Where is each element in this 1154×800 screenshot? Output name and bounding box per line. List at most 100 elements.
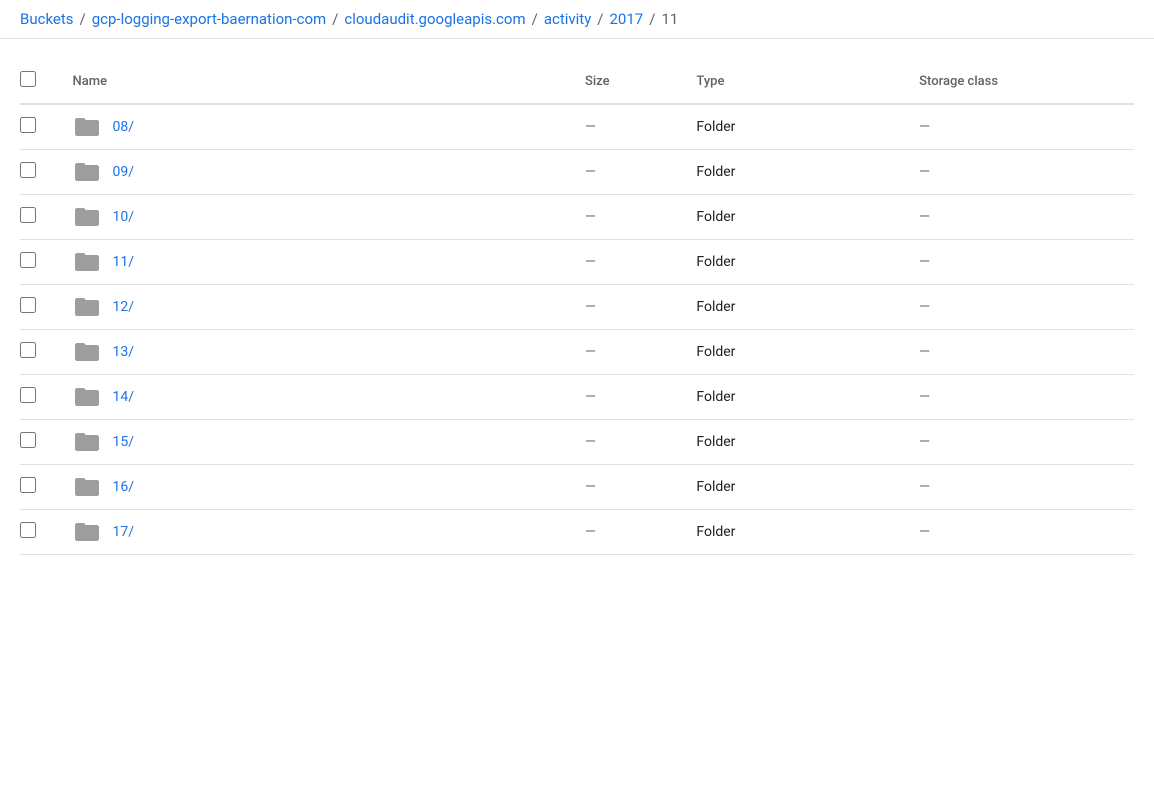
- breadcrumb-activity[interactable]: activity: [544, 10, 591, 28]
- folder-icon: [73, 115, 101, 139]
- row-storage-class: —: [911, 150, 1134, 195]
- table-row: 15/—Folder—: [20, 420, 1134, 465]
- row-checkbox-cell: [20, 195, 65, 240]
- row-checkbox[interactable]: [20, 477, 36, 493]
- folder-icon: [73, 340, 101, 364]
- row-storage-class: —: [911, 375, 1134, 420]
- row-checkbox-cell: [20, 510, 65, 555]
- table-row: 16/ —Folder—: [20, 465, 1134, 510]
- row-checkbox[interactable]: [20, 522, 36, 538]
- row-storage-class: —: [911, 420, 1134, 465]
- row-checkbox[interactable]: [20, 387, 36, 403]
- row-checkbox-cell: [20, 150, 65, 195]
- row-type: Folder: [688, 195, 911, 240]
- row-name-cell: 14/: [65, 375, 577, 420]
- folder-link[interactable]: 10/: [113, 209, 135, 225]
- row-checkbox-cell: [20, 104, 65, 150]
- breadcrumb-current: 11: [661, 10, 678, 28]
- row-size: —: [577, 195, 688, 240]
- folder-link[interactable]: 11/: [113, 254, 135, 270]
- row-type: Folder: [688, 285, 911, 330]
- header-checkbox-cell: [20, 59, 65, 104]
- row-name-cell: 11/: [65, 240, 577, 285]
- breadcrumb-cloudaudit[interactable]: cloudaudit.googleapis.com: [344, 10, 525, 28]
- row-folder-name: 10/: [113, 209, 135, 225]
- file-browser: Name Size Type Storage class 08/—Folder—…: [0, 39, 1154, 555]
- row-folder-name: 15/: [113, 434, 135, 450]
- breadcrumb-separator-4: /: [597, 10, 603, 28]
- row-type: Folder: [688, 420, 911, 465]
- folder-link[interactable]: 14/: [113, 389, 135, 405]
- row-checkbox-cell: [20, 330, 65, 375]
- row-name-cell: 16/: [65, 465, 577, 510]
- header-size: Size: [577, 59, 688, 104]
- table-row: 17/—Folder—: [20, 510, 1134, 555]
- breadcrumb-separator-2: /: [332, 10, 338, 28]
- folder-link[interactable]: 08/: [113, 119, 135, 135]
- row-storage-class: —: [911, 285, 1134, 330]
- table-row: 13/ —Folder—: [20, 330, 1134, 375]
- folder-link[interactable]: 17/: [113, 524, 135, 540]
- row-storage-class: —: [911, 104, 1134, 150]
- row-checkbox[interactable]: [20, 207, 36, 223]
- row-checkbox[interactable]: [20, 432, 36, 448]
- row-checkbox[interactable]: [20, 252, 36, 268]
- folder-link[interactable]: 12/: [113, 299, 135, 315]
- row-folder-name: 17/: [113, 524, 135, 540]
- folder-link[interactable]: 16/: [113, 479, 135, 495]
- row-size: —: [577, 330, 688, 375]
- breadcrumb-bucket-name[interactable]: gcp-logging-export-baernation-com: [92, 10, 326, 28]
- row-checkbox-cell: [20, 375, 65, 420]
- table-row: 11/—Folder—: [20, 240, 1134, 285]
- table-row: 12/ —Folder—: [20, 285, 1134, 330]
- row-checkbox-cell: [20, 465, 65, 510]
- row-storage-class: —: [911, 195, 1134, 240]
- header-type: Type: [688, 59, 911, 104]
- row-checkbox-cell: [20, 420, 65, 465]
- table-row: 09/—Folder—: [20, 150, 1134, 195]
- row-name-cell: 10/: [65, 195, 577, 240]
- table-row: 10/ —Folder—: [20, 195, 1134, 240]
- folder-icon: [73, 475, 101, 499]
- folder-link[interactable]: 15/: [113, 434, 135, 450]
- folder-icon: [73, 295, 101, 319]
- folder-link[interactable]: 09/: [113, 164, 135, 180]
- breadcrumb-separator-1: /: [80, 10, 86, 28]
- row-size: —: [577, 285, 688, 330]
- row-type: Folder: [688, 465, 911, 510]
- folder-icon: [73, 430, 101, 454]
- row-size: —: [577, 150, 688, 195]
- breadcrumb: Buckets / gcp-logging-export-baernation-…: [0, 0, 1154, 39]
- breadcrumb-separator-3: /: [532, 10, 538, 28]
- row-name-cell: 17/: [65, 510, 577, 555]
- row-storage-class: —: [911, 465, 1134, 510]
- row-checkbox[interactable]: [20, 297, 36, 313]
- row-size: —: [577, 104, 688, 150]
- row-name-cell: 15/: [65, 420, 577, 465]
- row-checkbox-cell: [20, 285, 65, 330]
- folder-icon: [73, 160, 101, 184]
- row-checkbox[interactable]: [20, 162, 36, 178]
- row-type: Folder: [688, 375, 911, 420]
- select-all-checkbox[interactable]: [20, 71, 36, 87]
- row-checkbox[interactable]: [20, 342, 36, 358]
- folder-icon: [73, 520, 101, 544]
- row-type: Folder: [688, 330, 911, 375]
- row-storage-class: —: [911, 510, 1134, 555]
- row-folder-name: 08/: [113, 119, 135, 135]
- row-folder-name: 12/: [113, 299, 135, 315]
- row-checkbox[interactable]: [20, 117, 36, 133]
- breadcrumb-2017[interactable]: 2017: [610, 10, 644, 28]
- folder-link[interactable]: 13/: [113, 344, 135, 360]
- row-type: Folder: [688, 104, 911, 150]
- file-table: Name Size Type Storage class 08/—Folder—…: [20, 59, 1134, 555]
- row-folder-name: 11/: [113, 254, 135, 270]
- header-storage: Storage class: [911, 59, 1134, 104]
- row-size: —: [577, 465, 688, 510]
- row-folder-name: 13/: [113, 344, 135, 360]
- breadcrumb-buckets[interactable]: Buckets: [20, 10, 74, 28]
- row-storage-class: —: [911, 330, 1134, 375]
- row-size: —: [577, 510, 688, 555]
- folder-icon: [73, 385, 101, 409]
- header-name: Name: [65, 59, 577, 104]
